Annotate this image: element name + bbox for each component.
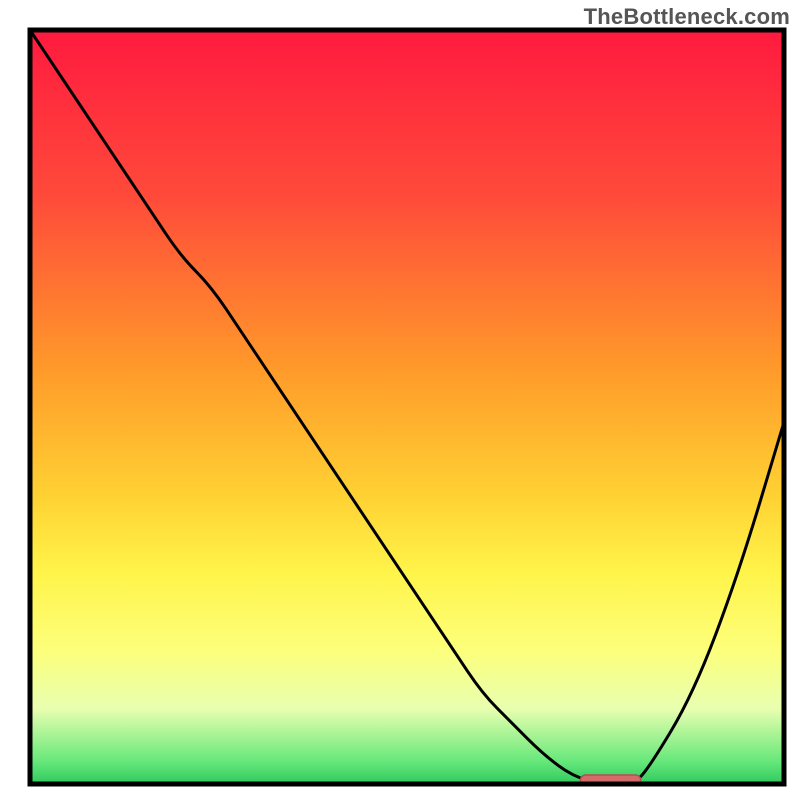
chart-canvas [0, 0, 800, 800]
gradient-background [30, 30, 784, 784]
bottleneck-chart: TheBottleneck.com [0, 0, 800, 800]
attribution-label: TheBottleneck.com [584, 4, 790, 30]
